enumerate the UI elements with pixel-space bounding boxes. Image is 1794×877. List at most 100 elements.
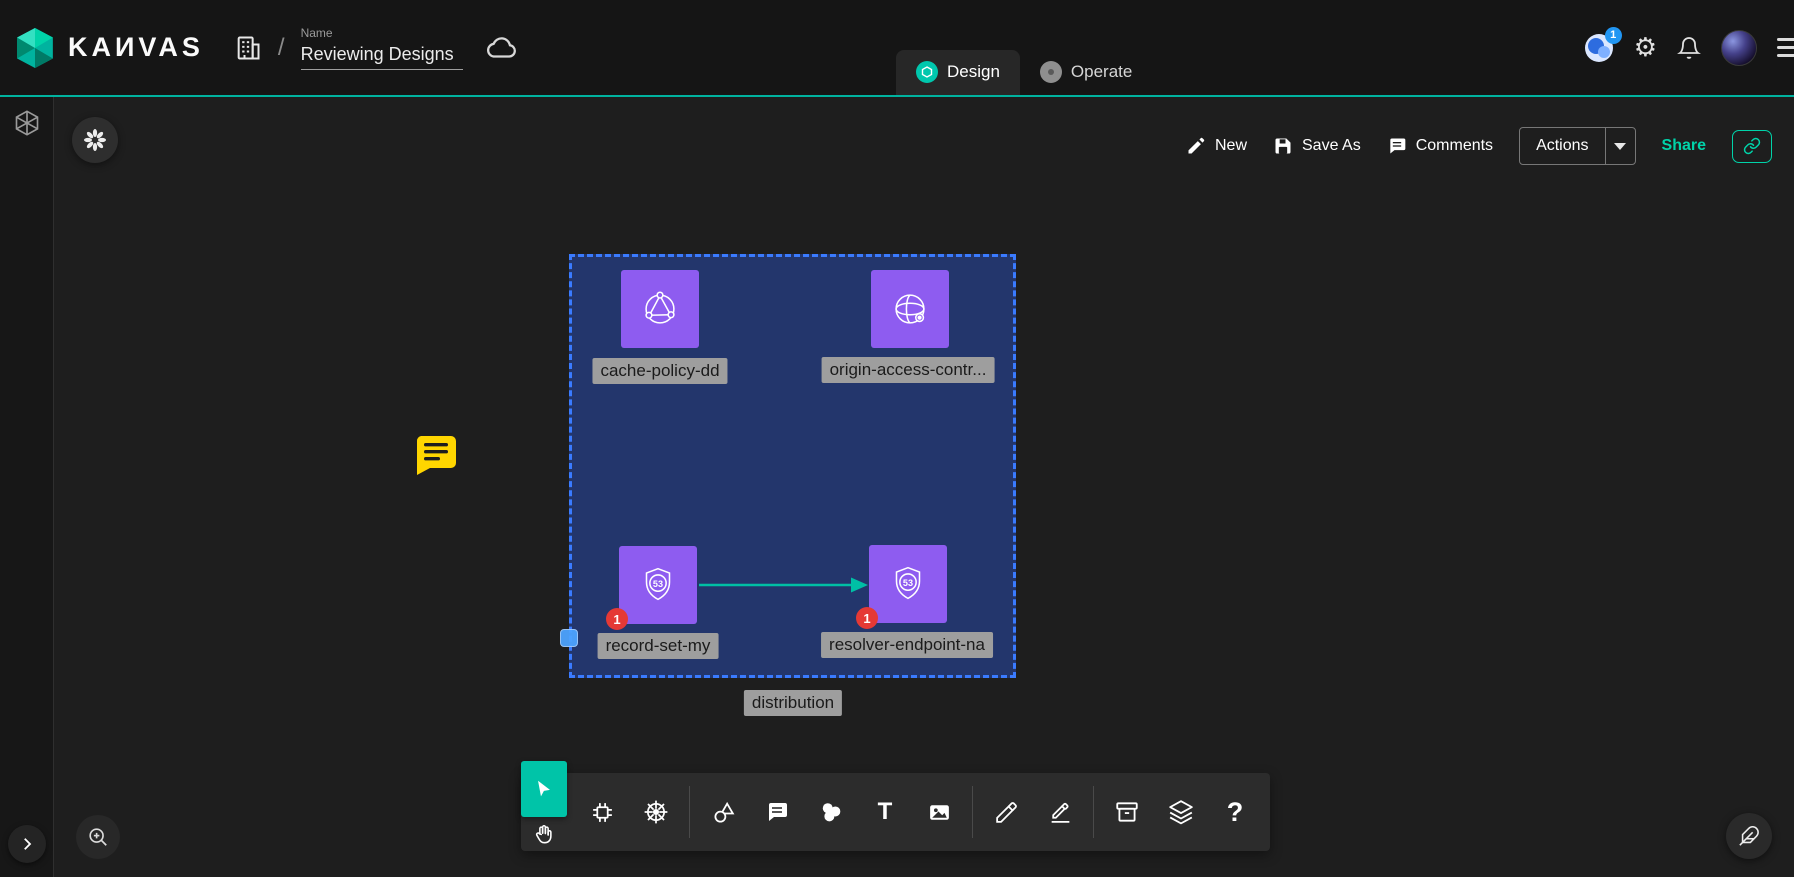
operate-tab-label: Operate (1071, 62, 1132, 82)
node-label-record-set[interactable]: record-set-my (598, 633, 719, 659)
select-tools-column (521, 773, 567, 851)
zoom-in-button[interactable] (76, 815, 120, 859)
image-tool-button[interactable] (912, 773, 966, 851)
help-glyph: ? (1227, 797, 1244, 828)
archive-drawer-icon (1114, 799, 1140, 825)
app-root: KAИVAS / Name (0, 0, 1794, 877)
shapes-tool-button[interactable] (696, 773, 750, 851)
design-tab-label: Design (947, 62, 1000, 82)
left-sidebar (0, 97, 54, 877)
node-resolver-endpoint[interactable]: 53 (869, 545, 947, 623)
tab-design[interactable]: Design (896, 50, 1020, 95)
design-actions-bar: New Save As Comments Actions (1186, 127, 1772, 165)
organization-button[interactable] (234, 34, 262, 62)
group-label-distribution[interactable]: distribution (744, 690, 842, 716)
breadcrumb-separator: / (278, 34, 285, 62)
drawer-tool-button[interactable] (1100, 773, 1154, 851)
cloud-sync-icon[interactable] (485, 35, 519, 61)
kanvas-logo-icon (14, 27, 56, 69)
copy-link-button[interactable] (1732, 130, 1772, 163)
expand-sidebar-button[interactable] (8, 825, 46, 863)
actions-caret[interactable] (1605, 128, 1635, 164)
comment-marker[interactable] (414, 434, 457, 479)
resolver-endpoint-error-badge[interactable]: 1 (856, 607, 878, 629)
meshery-logo-icon[interactable] (13, 109, 41, 142)
helm-wheel-icon (643, 799, 669, 825)
feather-notes-button[interactable] (1726, 813, 1772, 859)
comments-button[interactable]: Comments (1387, 136, 1493, 156)
record-set-error-badge[interactable]: 1 (606, 608, 628, 630)
comment-tool-icon (765, 800, 789, 824)
cloudfront-cache-policy-icon (637, 286, 683, 332)
user-avatar (1721, 30, 1757, 66)
node-label-cache-policy[interactable]: cache-policy-dd (592, 358, 727, 384)
route53-glyph: 53 (653, 579, 663, 589)
flower-icon (83, 128, 107, 152)
components-tool-button[interactable] (575, 773, 629, 851)
edge-record-to-resolver[interactable] (697, 573, 869, 597)
operate-tab-icon (1040, 61, 1062, 83)
toolbar-divider (1093, 786, 1094, 838)
group-selection-handle[interactable] (560, 629, 578, 647)
provider-account-button[interactable]: 1 (1584, 33, 1614, 63)
mode-tabs: Design Operate (896, 50, 1152, 95)
annotate-tool-button[interactable] (979, 773, 1033, 851)
provider-notification-badge: 1 (1605, 27, 1622, 44)
zoom-in-icon (87, 826, 109, 848)
comment-tool-button[interactable] (750, 773, 804, 851)
share-button[interactable]: Share (1662, 137, 1706, 155)
node-label-resolver-endpoint[interactable]: resolver-endpoint-na (821, 632, 993, 658)
save-as-button[interactable]: Save As (1273, 136, 1361, 156)
select-tool-button[interactable] (521, 761, 567, 817)
gear-icon: ⚙ (1634, 35, 1657, 61)
design-name-label: Name (301, 26, 463, 40)
design-tab-icon (916, 61, 938, 83)
shapes-icon (711, 800, 736, 825)
header-right: 1 ⚙ (1584, 0, 1794, 95)
node-origin-access-control[interactable] (871, 270, 949, 348)
hand-icon (533, 823, 555, 845)
design-name-input[interactable] (301, 42, 463, 70)
kanvas-logo: KAИVAS (14, 27, 204, 69)
link-icon (1743, 137, 1761, 155)
settings-button[interactable]: ⚙ (1634, 35, 1657, 61)
node-label-origin-access[interactable]: origin-access-contr... (822, 357, 995, 383)
layers-tool-button[interactable] (1154, 773, 1208, 851)
node-record-set[interactable]: 53 (619, 546, 697, 624)
route53-icon: 53 (885, 561, 931, 607)
pan-tool-button[interactable] (521, 817, 567, 851)
building-icon (234, 34, 262, 62)
menu-button[interactable] (1777, 38, 1794, 57)
cloudfront-origin-access-icon (887, 286, 933, 332)
new-design-button[interactable]: New (1186, 136, 1247, 156)
save-as-button-label: Save As (1302, 137, 1361, 155)
tab-operate[interactable]: Operate (1020, 50, 1152, 95)
new-button-label: New (1215, 137, 1247, 155)
group-cluster-tool-button[interactable] (804, 773, 858, 851)
save-icon (1273, 136, 1293, 156)
caret-down-icon (1614, 143, 1626, 150)
loading-components-button[interactable] (72, 117, 118, 163)
actions-button-label: Actions (1520, 128, 1604, 164)
text-tool-glyph: T (878, 798, 893, 826)
design-canvas[interactable]: New Save As Comments Actions (54, 97, 1794, 877)
draw-pen-icon (1048, 800, 1073, 825)
user-menu-button[interactable] (1721, 30, 1757, 66)
feather-icon (1738, 825, 1760, 847)
cluster-icon (818, 799, 844, 825)
image-icon (927, 800, 952, 825)
comments-button-label: Comments (1416, 137, 1493, 155)
bell-icon (1677, 36, 1701, 60)
pencil-icon (1186, 136, 1206, 156)
actions-dropdown-button[interactable]: Actions (1519, 127, 1635, 165)
node-cache-policy[interactable] (621, 270, 699, 348)
help-tool-button[interactable]: ? (1208, 773, 1262, 851)
kubernetes-tool-button[interactable] (629, 773, 683, 851)
canvas-toolbar: T (521, 773, 1270, 851)
route53-icon: 53 (635, 562, 681, 608)
notifications-button[interactable] (1677, 36, 1701, 60)
logo-wordmark: KAИVAS (68, 32, 204, 63)
draw-tool-button[interactable] (1033, 773, 1087, 851)
edit-pencil-icon (994, 800, 1019, 825)
text-tool-button[interactable]: T (858, 773, 912, 851)
